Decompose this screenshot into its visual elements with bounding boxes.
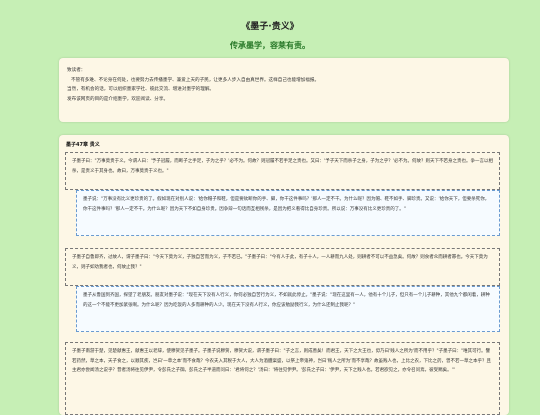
original-text: 子墨子南游于楚，见楚献惠王，献惠王以老辞，使穆贺见子墨子。子墨子说穆贺，穆贺大说… <box>72 349 491 373</box>
original-text: 子墨子曰："万事莫贵于义。今谓人曰：'予子冠履，而断子之手足，子为之乎？'必不为… <box>72 159 494 174</box>
intro-line: 不管有多难、不论身在何处，也要努力去传播墨学、兼爱上天的子民，让更多人步入自由真… <box>71 77 320 83</box>
original-text: 子墨子自鲁即齐，过故人，谓子墨子曰："今天下莫为义，子独自苦而为义，子不若已。"… <box>72 255 488 270</box>
original-text-block: 子墨子南游于楚，见楚献惠王，献惠王以老辞，使穆贺见子墨子。子墨子说穆贺，穆贺大说… <box>65 342 500 415</box>
translation-text: 墨子说："万事没有比义更珍贵的了。假如现在对别人说：'给你帽子和鞋，但是要砍断你… <box>83 197 490 212</box>
translation-block: 墨子说："万事没有比义更珍贵的了。假如现在对别人说：'给你帽子和鞋，但是要砍断你… <box>76 190 500 236</box>
original-text-block: 子墨子自鲁即齐，过故人，谓子墨子曰："今天下莫为义，子独自苦而为义，子不若已。"… <box>65 248 500 286</box>
translation-text: 墨子从鲁国到齐国，探望了老朋友。朋友对墨子说："现在天下没有人行义，你何必独自苦… <box>83 293 490 308</box>
intro-line: 发布该网页的目的是介绍墨学，欢迎阅读、分享。 <box>67 96 169 102</box>
translation-block: 墨子从鲁国到齐国，探望了老朋友。朋友对墨子说："现在天下没有人行义，你何必独自苦… <box>76 286 500 332</box>
intro-panel: 致读者： 不管有多难、不论身在何处，也要努力去传播墨学、兼爱上天的子民，让更多人… <box>59 58 509 122</box>
chapter-title: 墨子47章 贵义 <box>66 142 100 148</box>
intro-line: 当然，有机会的话，可以组织墨家学社、彼此交流、增进对墨学的理解。 <box>67 87 215 93</box>
original-text-block: 子墨子曰："万事莫贵于义。今谓人曰：'予子冠履，而断子之手足，子为之乎？'必不为… <box>65 152 500 190</box>
chapter-panel: 墨子47章 贵义 子墨子曰："万事莫贵于义。今谓人曰：'予子冠履，而断子之手足，… <box>59 135 509 415</box>
page-title: 《墨子·贵义》 <box>241 22 299 32</box>
page-subtitle: 传承墨学，容莱有责。 <box>230 41 310 50</box>
intro-greeting: 致读者： <box>67 68 86 73</box>
